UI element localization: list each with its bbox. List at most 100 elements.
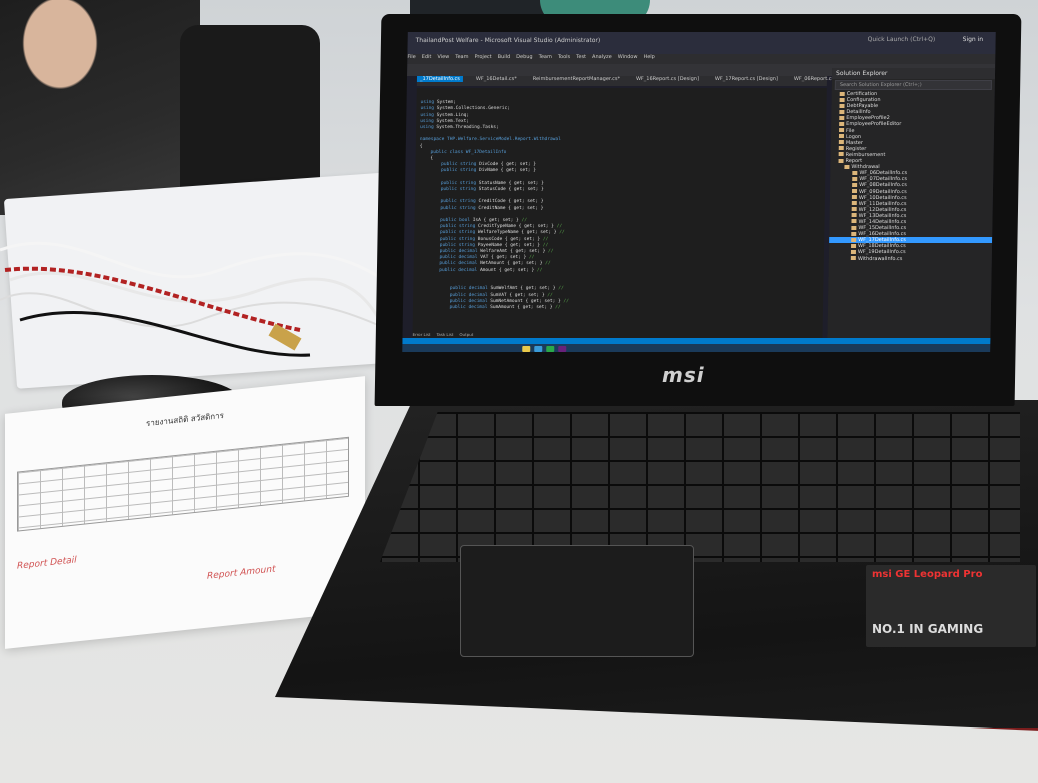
class-line: public class WF_17DetailInfo (430, 149, 507, 155)
editor-tab[interactable]: WF_16Report.cs [Design] (633, 76, 702, 82)
folder-icon (852, 176, 858, 181)
folder-icon (851, 243, 857, 248)
window-title: ThailandPost Welfare - Microsoft Visual … (415, 37, 601, 44)
solution-tree-item[interactable]: WithdrawalInfo.cs (829, 256, 992, 262)
printed-report: รายงานสถิติ สวัสดิการ Report Detail Repo… (5, 376, 365, 649)
editor-tab[interactable]: ReimbursementReportManager.cs* (530, 76, 623, 82)
output-tab[interactable]: Output (459, 332, 473, 337)
folder-icon (839, 115, 845, 120)
menu-item[interactable]: Window (618, 54, 638, 60)
solution-tree-label: WF_11DetailInfo.cs (858, 200, 907, 207)
quick-launch-input[interactable]: Quick Launch (Ctrl+Q) (868, 36, 936, 43)
folder-icon (839, 103, 845, 108)
solution-tree-label: WF_17DetailInfo.cs (858, 237, 906, 244)
folder-icon (851, 237, 857, 242)
solution-tree-label: EmployeeProfileEditor (846, 121, 902, 128)
folder-icon (851, 213, 857, 218)
folder-icon (852, 170, 858, 175)
solution-tree-label: WF_14DetailInfo.cs (858, 218, 907, 225)
menu-item[interactable]: Edit (422, 54, 432, 60)
solution-tree-label: WF_19DetailInfo.cs (857, 249, 906, 256)
app-icon[interactable] (546, 346, 555, 352)
file-explorer-icon[interactable] (522, 346, 531, 352)
solution-search-input[interactable]: Search Solution Explorer (Ctrl+;) (834, 80, 992, 90)
solution-tree-label: Reimbursement (845, 151, 886, 158)
browser-icon[interactable] (534, 346, 543, 352)
menu-item[interactable]: Team (455, 54, 468, 60)
folder-icon (852, 182, 858, 187)
solution-tree-label: WF_06DetailInfo.cs (859, 170, 908, 177)
solution-tree-label: Configuration (846, 97, 881, 104)
folder-icon (839, 128, 845, 133)
solution-tree-label: Report (845, 158, 863, 165)
code-editor[interactable]: using System; using System.Collections.G… (412, 88, 827, 338)
menu-item[interactable]: Project (474, 54, 491, 60)
solution-tree-label: WF_09DetailInfo.cs (858, 188, 907, 195)
folder-icon (839, 109, 845, 114)
solution-tree-label: File (846, 127, 855, 134)
solution-tree-label: DebtPayable (846, 103, 879, 110)
menu-item[interactable]: Test (576, 54, 586, 60)
namespace-line: namespace THP.Welfare.ServiceModel.Repor… (419, 137, 561, 143)
folder-icon (838, 134, 845, 139)
windows-taskbar (402, 344, 991, 352)
folder-icon (850, 249, 856, 254)
folder-icon (838, 152, 844, 157)
editor-tab[interactable]: WF_16Detail.cs* (473, 76, 520, 82)
sign-in-link[interactable]: Sign in (963, 36, 984, 43)
menu-item[interactable]: Build (498, 54, 511, 60)
folder-icon (850, 256, 856, 261)
menu-item[interactable]: Team (539, 54, 552, 60)
menu-item[interactable]: Analyze (592, 54, 612, 60)
solution-tree-label: WF_18DetailInfo.cs (857, 243, 906, 250)
solution-tree-label: WF_13DetailInfo.cs (858, 212, 907, 219)
folder-icon (851, 195, 857, 200)
solution-tree-label: Master (845, 139, 863, 146)
editor-tabs: _17DetailInfo.cs WF_16Detail.cs* Reimburse… (416, 76, 857, 86)
output-tab[interactable]: Error List (412, 332, 430, 337)
solution-explorer-title: Solution Explorer (831, 68, 996, 79)
solution-tree-label: WF_10DetailInfo.cs (858, 194, 907, 201)
folder-icon (851, 207, 857, 212)
ide-menu-bar: File Edit View Team Project Build Debug Team Too… (407, 54, 996, 64)
folder-icon (851, 201, 857, 206)
sticker-model: msi GE Leopard Pro (872, 569, 983, 580)
solution-explorer: Solution Explorer Search Solution Explor… (827, 68, 996, 348)
output-tab[interactable]: Task List (436, 332, 453, 337)
editor-tab[interactable]: WF_17Report.cs [Design] (712, 76, 781, 82)
solution-tree-label: WF_15DetailInfo.cs (858, 225, 907, 232)
folder-icon (838, 146, 844, 151)
solution-tree-label: WithdrawalInfo.cs (857, 255, 903, 262)
editor-tab[interactable]: _17DetailInfo.cs (416, 76, 463, 82)
folder-icon (839, 121, 845, 126)
solution-tree-label: WF_12DetailInfo.cs (858, 206, 907, 213)
folder-icon (838, 140, 844, 145)
report-table (17, 436, 349, 532)
menu-item[interactable]: View (437, 54, 449, 60)
laptop-stickers: msi GE Leopard Pro NO.1 IN GAMING (866, 565, 1036, 647)
solution-tree-label: Certification (846, 91, 878, 97)
folder-icon (851, 225, 857, 230)
msi-logo: msi (662, 363, 705, 387)
menu-item[interactable]: Debug (516, 54, 533, 60)
folder-icon (851, 231, 857, 236)
sticker-gaming: NO.1 IN GAMING (872, 622, 984, 636)
folder-icon (839, 91, 845, 96)
solution-tree-label: WF_07DetailInfo.cs (859, 176, 908, 183)
visual-studio-icon[interactable] (558, 346, 567, 352)
menu-item[interactable]: File (407, 54, 415, 60)
menu-item[interactable]: Tools (558, 54, 570, 60)
office-chair (180, 25, 320, 200)
solution-tree-label: EmployeeProfile2 (846, 115, 890, 122)
solution-tree-label: Withdrawal (851, 164, 880, 171)
output-panel-tabs: Error List Task List Output (412, 332, 479, 337)
menu-item[interactable]: Help (643, 54, 655, 60)
ide-title-bar: ThailandPost Welfare - Microsoft Visual … (407, 32, 996, 54)
laptop-keyboard[interactable] (380, 412, 1020, 562)
folder-icon (838, 158, 844, 163)
solution-tree: Certification Configuration DebtPayable Det… (829, 91, 995, 262)
solution-tree-label: Logon (845, 133, 862, 140)
laptop-touchpad[interactable] (460, 545, 694, 657)
photo-scene: รายงานสถิติ สวัสดิการ Report Detail Repo… (0, 0, 1038, 783)
solution-tree-label: WF_16DetailInfo.cs (858, 231, 907, 238)
